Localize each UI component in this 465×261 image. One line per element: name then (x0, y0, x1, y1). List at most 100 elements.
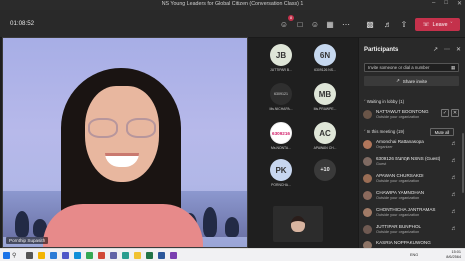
panel-controls: ↗ ⋯ ✕ (433, 46, 461, 53)
participant-org: Outside your organization (376, 213, 420, 217)
more-icon[interactable]: ⋯ (444, 46, 450, 53)
teams-icon[interactable] (62, 252, 69, 259)
pop-out-icon[interactable]: ↗ (433, 46, 438, 53)
close-icon[interactable]: ✕ (457, 0, 462, 7)
participant-name: Amonchai Rattanasopa (376, 139, 424, 144)
self-view-person (291, 216, 305, 232)
participants-button[interactable]: ☺ 8 (278, 15, 294, 30)
participant-tile[interactable]: MB Ms.PRAWPE... (304, 83, 346, 119)
mic-button[interactable]: ♬ (382, 18, 394, 30)
participant-org: Outside your organization (376, 179, 420, 183)
reactions-button[interactable]: ☺ (309, 18, 321, 30)
share-invite-button[interactable]: ↗ Share invite (364, 76, 459, 86)
panel-scrollbar[interactable] (462, 133, 464, 193)
chrome-icon[interactable] (134, 252, 141, 259)
more-participants-tile[interactable]: +10 (304, 159, 346, 195)
phone-icon: ☏ (422, 21, 430, 28)
mic-off-icon: ♬ (451, 209, 457, 215)
smile-icon: ☺ (310, 19, 320, 29)
mic-off-icon: ♬ (384, 19, 392, 29)
participant-row[interactable]: 6309126 ธนกฤต NSNS (Guest) Guest ♬ (363, 155, 463, 172)
meeting-toolbar: 01:08:52 ☺ 8 □ ☺ ▦ ⋯ ▩ ♬ ⇧ ☏ Leave ˇ (0, 10, 465, 38)
window-title: NS Young Leaders for Global Citizen (Con… (161, 1, 304, 7)
windows-taskbar: ⚲ ENG 15:01 8/6/2564 (0, 248, 465, 261)
system-clock[interactable]: 15:01 8/6/2564 (446, 250, 461, 260)
participant-row[interactable]: CHONTHICHA JANTRAMAS Outside your organi… (363, 206, 463, 223)
search-icon[interactable]: ⚲ (12, 252, 20, 259)
dialpad-icon[interactable]: ▦ (451, 65, 455, 71)
tile-name: APAWAN CH... (313, 146, 337, 150)
participant-tile[interactable]: AC APAWAN CH... (304, 122, 346, 158)
file-explorer-icon[interactable] (38, 252, 45, 259)
participant-tile[interactable]: PK PORNCHA... (260, 159, 302, 195)
camera-off-icon: ▩ (366, 19, 374, 29)
chat-button[interactable]: □ (294, 18, 306, 30)
grid-icon: ▦ (326, 19, 334, 29)
tile-name: JUTTIPAR B... (270, 68, 292, 72)
mute-all-button[interactable]: Mute all (430, 128, 454, 136)
edge-icon[interactable] (74, 252, 81, 259)
lobby-actions: ✓ ✕ (441, 109, 459, 117)
participant-org: Outside your organization (376, 196, 420, 200)
start-icon[interactable] (3, 252, 10, 259)
people-icon: ☺ (279, 19, 289, 29)
participant-name: CHAWIPA YAMNOHAN (376, 190, 425, 195)
app-icon[interactable] (122, 252, 129, 259)
invite-placeholder: Invite someone or dial a number (368, 65, 430, 70)
close-panel-icon[interactable]: ✕ (456, 46, 461, 53)
avatar (363, 225, 372, 234)
store-icon[interactable] (50, 252, 57, 259)
mic-off-icon: ♬ (451, 158, 457, 164)
share-icon: ⇧ (400, 19, 408, 29)
participant-row[interactable]: JUTTIPAR BUNPHOL Outside your organizati… (363, 223, 463, 240)
mic-off-icon: ♬ (451, 175, 457, 181)
window-controls: – □ ✕ (432, 0, 462, 7)
word-icon[interactable] (158, 252, 165, 259)
participant-tile[interactable]: 6309121 Ms.NICHAPA... (260, 83, 302, 119)
avatar: 6N (314, 44, 336, 66)
participants-panel: Participants ↗ ⋯ ✕ Invite someone or dia… (358, 38, 465, 250)
participant-name: NATTAWUT BOONTONG (376, 109, 429, 114)
meeting-timer: 01:08:52 (10, 20, 35, 27)
admit-icon[interactable]: ✓ (441, 109, 449, 117)
camera-button[interactable]: ▩ (364, 18, 376, 30)
lobby-participant[interactable]: NATTAWUT BOONTONG Outside your organizat… (363, 108, 463, 125)
participant-tile[interactable]: 6309216 Ms.NONTA... (260, 122, 302, 158)
avatar (363, 157, 372, 166)
participant-name: KASRIA NOPPAKUWONG (376, 240, 431, 245)
minimize-icon[interactable]: – (432, 0, 435, 7)
task-view-icon[interactable] (26, 252, 33, 259)
main-video[interactable]: Pornthip Supasith (2, 37, 248, 248)
lobby-header[interactable]: ˇ Waiting in lobby (1) (364, 99, 404, 104)
self-view-tile[interactable] (273, 206, 323, 242)
rooms-button[interactable]: ▦ (324, 18, 336, 30)
invite-input[interactable]: Invite someone or dial a number ▦ (364, 63, 459, 72)
avatar: AC (314, 122, 336, 144)
participant-name: JUTTIPAR BUNPHOL (376, 224, 422, 229)
avatar (363, 191, 372, 200)
deny-icon[interactable]: ✕ (451, 109, 459, 117)
leave-button[interactable]: ☏ Leave ˇ (415, 18, 460, 31)
participant-tile[interactable]: 6N 6309126 NS... (304, 44, 346, 80)
speaker-person (43, 68, 203, 247)
maximize-icon[interactable]: □ (444, 0, 448, 7)
line-icon[interactable] (86, 252, 93, 259)
teams-active-icon[interactable] (110, 252, 117, 259)
avatar (363, 110, 372, 119)
avatar: PK (270, 159, 292, 181)
app-icon[interactable] (170, 252, 177, 259)
meeting-header[interactable]: ˇ In this meeting (19) (364, 129, 404, 134)
participant-row[interactable]: APAWAN CHURSAKDI Outside your organizati… (363, 172, 463, 189)
participant-org: Outside your organization (376, 115, 420, 119)
office-icon[interactable] (98, 252, 105, 259)
excel-icon[interactable] (146, 252, 153, 259)
participant-row[interactable]: Amonchai Rattanasopa Organizer ♬ (363, 138, 463, 155)
participant-tile[interactable]: JB JUTTIPAR B... (260, 44, 302, 80)
participant-name: CHONTHICHA JANTRAMAS (376, 207, 436, 212)
language-indicator[interactable]: ENG (410, 253, 418, 257)
share-button[interactable]: ⇧ (398, 18, 410, 30)
participant-row[interactable]: CHAWIPA YAMNOHAN Outside your organizati… (363, 189, 463, 206)
teams-meeting-window: NS Young Leaders for Global Citizen (Con… (0, 0, 465, 261)
more-actions-button[interactable]: ⋯ (340, 18, 352, 30)
more-icon: ⋯ (342, 19, 350, 29)
